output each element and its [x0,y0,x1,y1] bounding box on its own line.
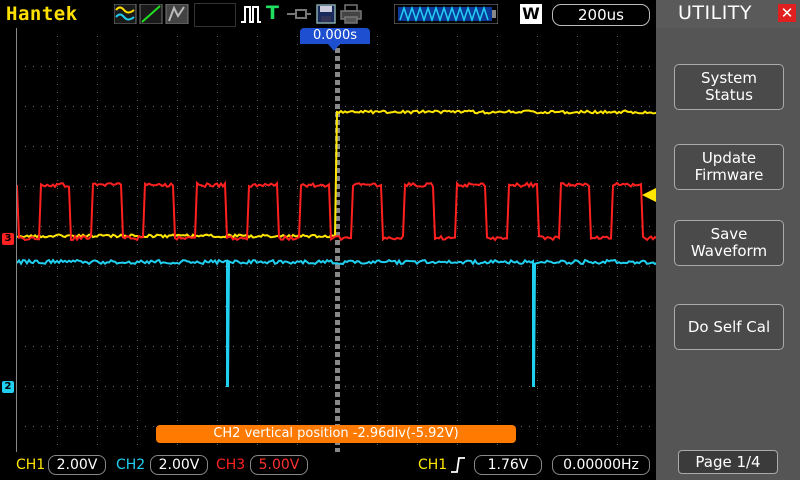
button-label: System [701,70,757,87]
update-firmware-button[interactable]: Update Firmware [674,144,784,190]
button-label: Do Self Cal [688,319,770,336]
ch3-level-marker[interactable]: 3 [2,233,14,245]
ch1-scale[interactable]: 2.00V [48,455,106,475]
ch1-label: CH1 [16,457,45,473]
memory-waveform-icon [394,4,498,24]
top-status-bar: Hantek T W 200us [0,0,656,28]
save-waveform-button[interactable]: Save Waveform [674,220,784,266]
printer-icon[interactable] [340,4,362,24]
system-status-button[interactable]: System Status [674,64,784,110]
trigger-level-marker[interactable] [642,188,656,202]
save-disk-icon[interactable] [316,4,336,24]
trigger-source-label: CH1 [418,457,447,473]
ch2-label: CH2 [116,457,145,473]
bottom-status-bar: CH1 2.00V CH2 2.00V CH3 5.00V CH1 1.76V … [0,452,656,480]
button-label: Save [691,226,767,243]
ch2-level-marker[interactable]: 2 [2,381,14,393]
page-indicator-button[interactable]: Page 1/4 [678,450,778,474]
frequency-readout: 0.00000Hz [552,455,650,475]
timebase-readout[interactable]: 200us [552,4,650,26]
waveform-canvas [17,28,657,452]
waveform-display [16,28,658,453]
close-icon[interactable]: ✕ [778,4,796,22]
ch3-label: CH3 [216,457,245,473]
ch2-scale[interactable]: 2.00V [150,455,208,475]
probe-icon [286,4,312,24]
timebase-mode-badge: W [520,4,542,24]
display-mode-icons[interactable] [114,4,190,24]
trigger-status-icon: T [266,2,279,24]
brand-logo: Hantek [6,3,78,25]
status-message: CH2 vertical position -2.96div(-5.92V) [156,425,516,443]
empty-slot [194,3,236,27]
pulse-icon[interactable] [240,4,262,24]
button-label: Waveform [691,243,767,260]
self-cal-button[interactable]: Do Self Cal [674,304,784,350]
button-label: Status [701,87,757,104]
rising-edge-icon[interactable] [450,457,466,473]
trigger-position-marker [328,44,340,51]
trigger-level-readout[interactable]: 1.76V [474,455,542,475]
button-label: Firmware [695,167,764,184]
panel-title: UTILITY [678,2,752,24]
ch3-scale[interactable]: 5.00V [250,455,308,475]
graticule-grid [25,32,650,452]
button-label: Update [695,150,764,167]
trigger-time-label: 0.000s [300,28,370,44]
